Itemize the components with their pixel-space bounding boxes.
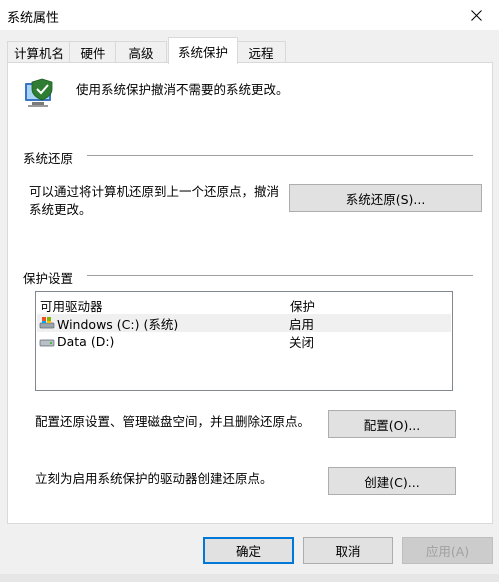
group-divider (87, 155, 473, 156)
drive-row[interactable]: Windows (C:) (系统) 启用 (37, 314, 451, 332)
ok-button[interactable]: 确定 (203, 537, 294, 564)
drive-status: 启用 (289, 316, 315, 332)
cancel-button[interactable]: 取消 (303, 537, 393, 564)
system-restore-group-title: 系统还原 (23, 148, 80, 167)
configure-description: 配置还原设置、管理磁盘空间，并且删除还原点。 (35, 414, 311, 429)
tab-hardware[interactable]: 硬件 (69, 41, 117, 62)
column-header-protection[interactable]: 保护 (290, 296, 315, 315)
protection-group-title: 保护设置 (23, 268, 80, 287)
column-header-drives[interactable]: 可用驱动器 (40, 296, 103, 315)
title-bar (0, 0, 499, 30)
create-description: 立刻为启用系统保护的驱动器创建还原点。 (35, 471, 273, 486)
configure-button[interactable]: 配置(O)... (328, 410, 456, 438)
tab-remote[interactable]: 远程 (236, 41, 286, 62)
drive-name: Windows (C:) (系统) (57, 316, 179, 332)
drive-status: 关闭 (289, 334, 315, 350)
group-divider (87, 275, 473, 276)
close-icon (470, 9, 482, 21)
tab-advanced[interactable]: 高级 (115, 41, 167, 62)
tab-system-protection[interactable]: 系统保护 (168, 37, 238, 64)
create-button[interactable]: 创建(C)... (328, 467, 456, 495)
system-restore-description: 可以通过将计算机还原到上一个还原点，撤消系统更改。 (29, 184, 280, 217)
drive-list[interactable]: 可用驱动器 保护 Windows (C:) (系统) 启用 Data (D:) … (35, 291, 453, 391)
system-restore-button[interactable]: 系统还原(S)... (289, 184, 482, 212)
drive-name: Data (D:) (57, 333, 115, 349)
system-drive-icon (39, 317, 55, 329)
window-title: 系统属性 (7, 11, 60, 26)
bottom-strip (0, 574, 499, 582)
apply-button[interactable]: 应用(A) (402, 537, 493, 564)
header-description: 使用系统保护撤消不需要的系统更改。 (76, 82, 289, 97)
shield-computer-icon (22, 77, 58, 109)
drive-icon (39, 339, 55, 347)
tab-computer-name[interactable]: 计算机名 (7, 41, 71, 62)
drive-row[interactable]: Data (D:) 关闭 (37, 332, 451, 350)
close-button[interactable] (453, 0, 499, 30)
